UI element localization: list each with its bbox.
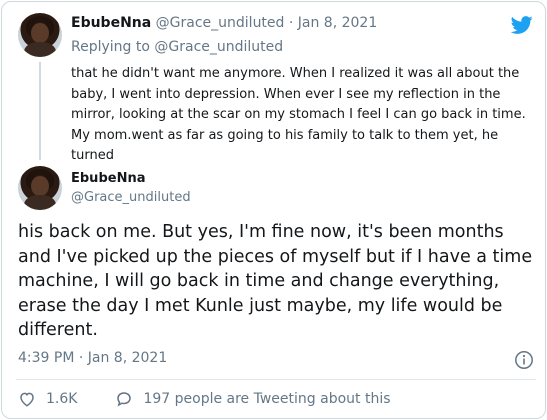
tweet-actions: 1.6K 197 people are Tweeting about this	[18, 390, 391, 408]
author-handle[interactable]: @Grace_undiluted	[71, 190, 191, 205]
heart-icon	[20, 392, 34, 407]
first-tweet-header: EbubeNna @Grace_undiluted · Jan 8, 2021	[71, 15, 377, 31]
replying-to: Replying to @Grace_undiluted	[71, 39, 284, 55]
twitter-bird-icon[interactable]	[510, 14, 534, 36]
divider	[16, 379, 536, 380]
author-name[interactable]: EbubeNna	[71, 15, 151, 31]
author-meta[interactable]: @Grace_undiluted · Jan 8, 2021	[156, 15, 378, 31]
tweet-timestamp[interactable]: 4:39 PM · Jan 8, 2021	[18, 350, 167, 366]
speech-bubble-icon	[117, 392, 132, 407]
like-count: 1.6K	[46, 391, 78, 407]
author-avatar[interactable]	[18, 166, 62, 210]
info-icon[interactable]	[514, 350, 534, 370]
like-button[interactable]: 1.6K	[18, 390, 77, 408]
author-name[interactable]: EbubeNna	[71, 171, 145, 186]
thread-connector-line	[39, 62, 41, 160]
author-avatar[interactable]	[18, 13, 62, 57]
embedded-tweet-card: EbubeNna @Grace_undiluted · Jan 8, 2021 …	[1, 1, 546, 419]
first-tweet-text: that he didn't want me anymore. When I r…	[71, 66, 526, 163]
discussion-link[interactable]: 197 people are Tweeting about this	[115, 390, 391, 408]
replying-to-handle[interactable]: @Grace_undiluted	[154, 39, 283, 55]
discussion-text: 197 people are Tweeting about this	[143, 391, 391, 407]
main-tweet-text: his back on me. But yes, I'm fine now, i…	[18, 222, 533, 340]
